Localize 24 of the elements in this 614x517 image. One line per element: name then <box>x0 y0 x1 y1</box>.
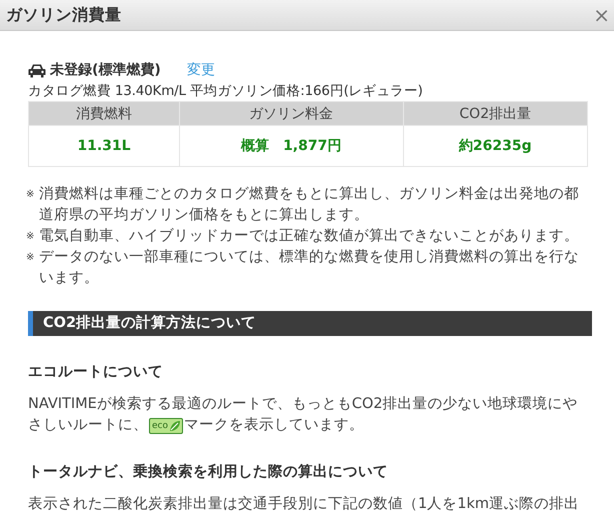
column-header: 消費燃料 <box>28 102 180 126</box>
close-button[interactable]: × <box>591 5 612 25</box>
window-title: ガソリン消費量 <box>6 4 122 26</box>
note-text: 消費燃料は車種ごとのカタログ燃費をもとに算出し、ガソリン料金は出発地の都道府県の平均ガソリン価格をもとに算出します。 <box>39 185 580 225</box>
column-header: CO2排出量 <box>403 102 588 126</box>
paragraph: NAVITIMEが検索する最適のルートで、もっともCO2排出量の少ない地球環境にやさしいルートに、 eco マークを表示しています。 <box>28 394 579 436</box>
change-link[interactable]: 変更 <box>186 61 215 79</box>
catalog-info: カタログ燃費 13.40Km/L 平均ガソリン価格:166円(レギュラー) <box>28 82 424 100</box>
note-mark: ※ <box>25 188 36 202</box>
note-text: 電気自動車、ハイブリッドカーでは正確な数値が算出できないことがあります。 <box>39 227 579 246</box>
note-mark: ※ <box>25 230 36 244</box>
note-text: データのない一部車種については、標準的な燃費を使用し消費燃料の算出を行ないます。 <box>39 248 580 288</box>
subsection-heading: トータルナビ、乗換検索を利用した際の算出について <box>28 462 389 481</box>
section-header: CO2排出量の計算方法について <box>28 311 592 336</box>
note-mark: ※ <box>25 251 36 265</box>
eco-badge: eco <box>149 418 183 434</box>
table-cell: 11.31L <box>28 126 180 166</box>
subsection-heading: エコルートについて <box>28 363 164 381</box>
vehicle-name: 未登録(標準燃費) <box>50 61 161 79</box>
car-icon <box>28 62 46 78</box>
paragraph: 表示された二酸化炭素排出量は交通手段別に下記の数値（1人を1km運ぶ際の排出 <box>28 494 580 514</box>
column-header: ガソリン料金 <box>179 102 404 126</box>
table-cell: 概算 1,877円 <box>179 126 404 166</box>
table-cell: 約26235g <box>403 126 588 166</box>
